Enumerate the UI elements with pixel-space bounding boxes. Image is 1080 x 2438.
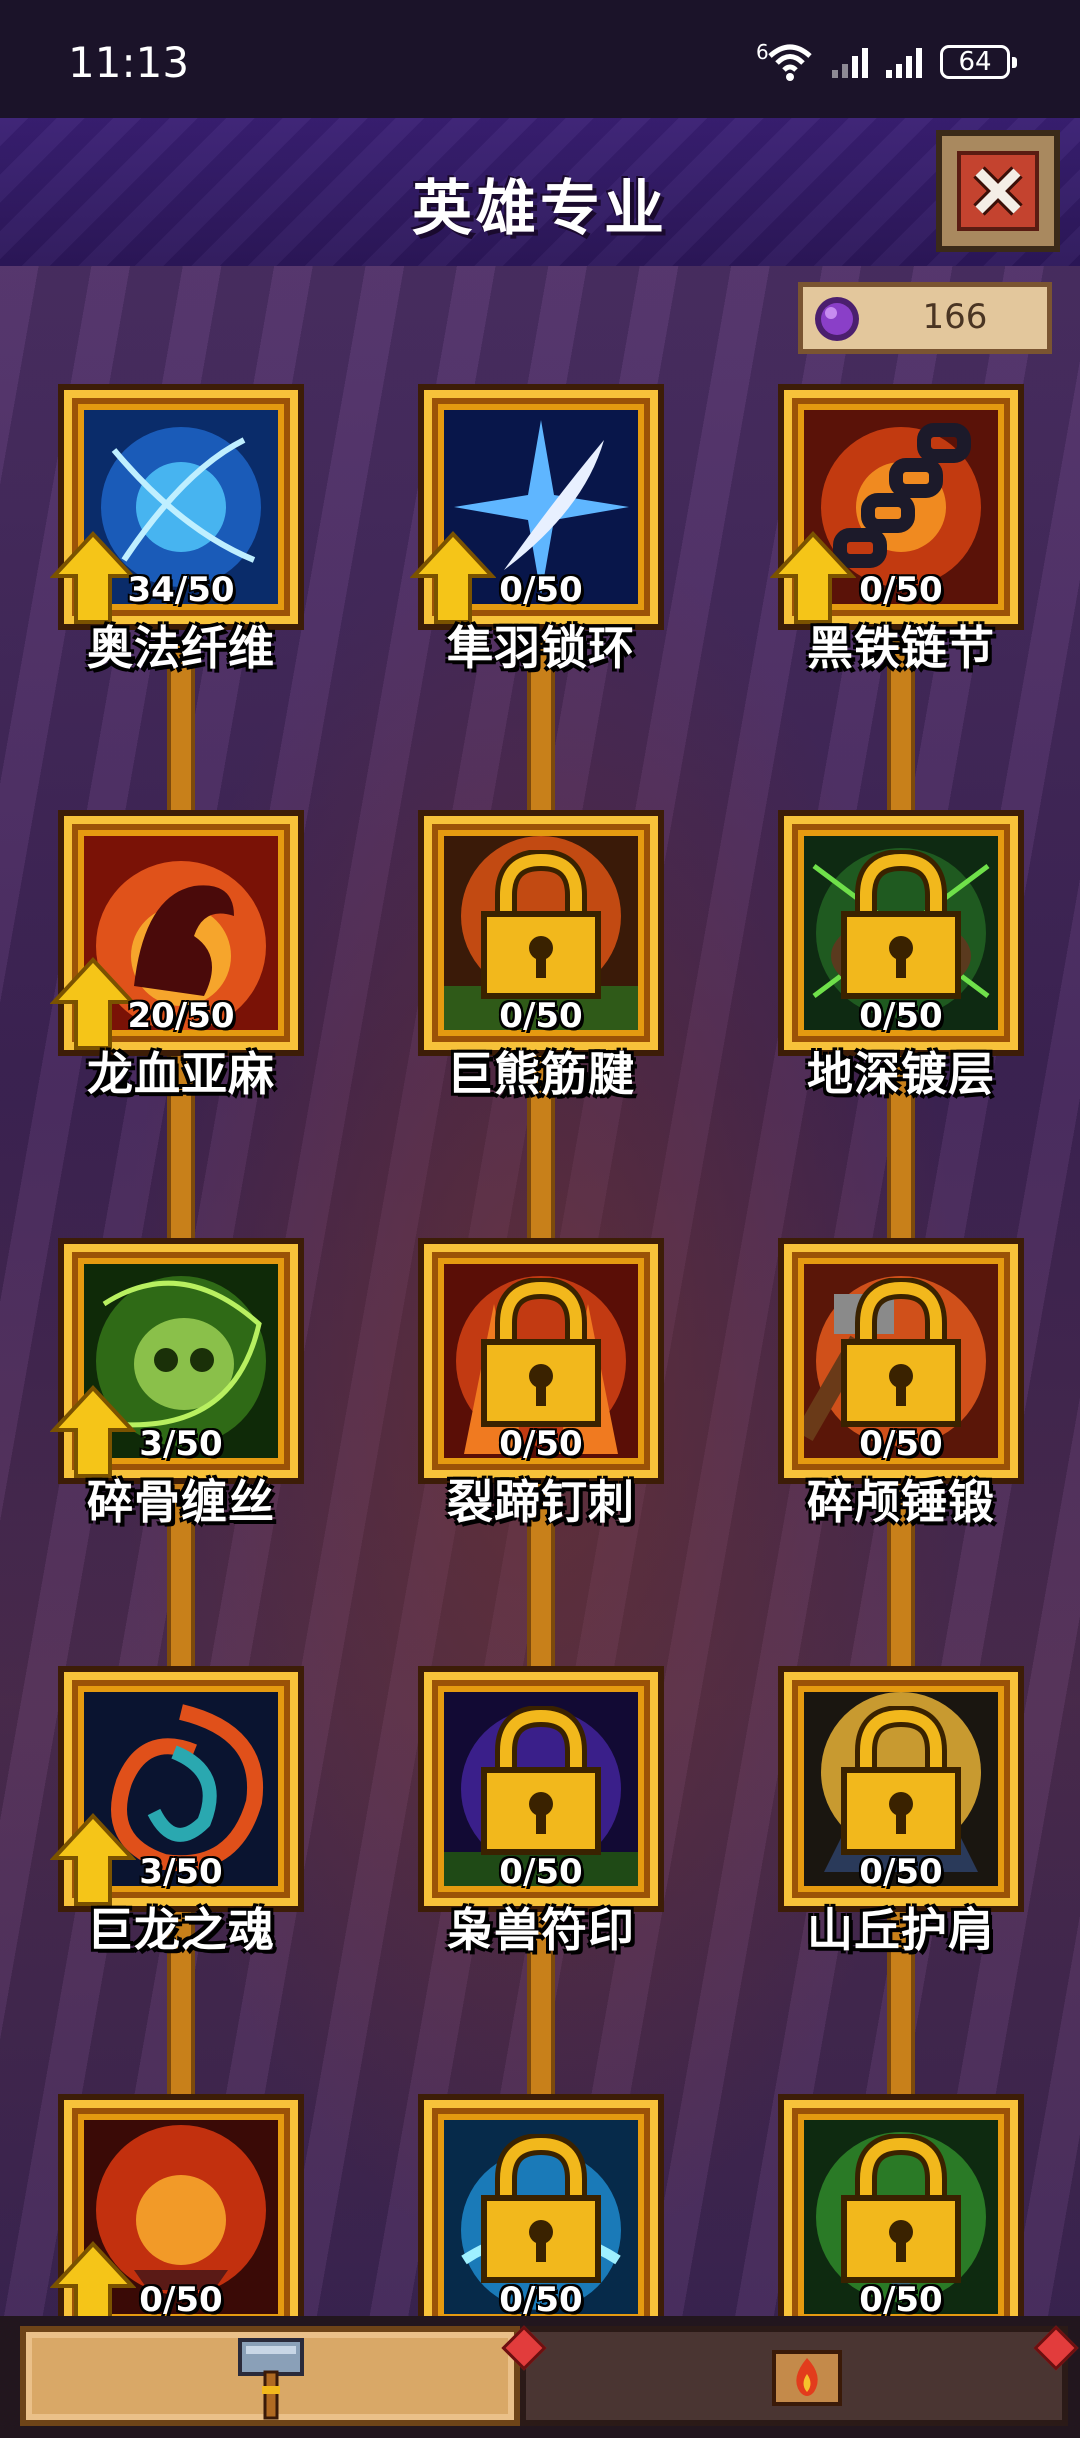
skill-progress: 20/50 [127, 996, 235, 1036]
skill-card-water-swirl[interactable]: 0/50 [418, 2094, 664, 2340]
skill-progress: 0/50 [859, 996, 943, 1036]
skill-name: 山丘护肩 [807, 1903, 995, 1957]
skill-card-deep-earth[interactable]: 0/50 [778, 810, 1024, 1056]
skill-card-black-iron-chain[interactable]: 0/50 [770, 384, 1024, 630]
skill-progress: 3/50 [139, 1424, 223, 1464]
skill-card-green-gem[interactable]: 0/50 [778, 2094, 1024, 2340]
currency-value: 166 [922, 297, 988, 337]
skill-name: 巨熊筋腱 [447, 1047, 635, 1101]
hammer-icon [238, 2338, 304, 2420]
page-title: 英雄专业 [412, 174, 668, 244]
close-x-icon [957, 151, 1039, 231]
lock-icon [841, 2134, 961, 2283]
skill-name: 枭兽符印 [447, 1903, 635, 1957]
skill-progress: 0/50 [139, 2280, 223, 2320]
battery-icon: 64 [940, 45, 1017, 79]
skill-name: 裂蹄钉刺 [447, 1475, 635, 1529]
signal-icon-2 [886, 46, 922, 78]
bottom-tab-bar [0, 2316, 1080, 2438]
lock-icon [841, 1278, 961, 1427]
status-bar: 11:13 6 64 [0, 0, 1080, 120]
wifi-icon: 6 [756, 40, 814, 82]
lock-icon [841, 850, 961, 999]
skill-name: 黑铁链节 [807, 621, 995, 675]
skill-name: 地深镀层 [807, 1047, 995, 1101]
signal-icon-1 [832, 46, 868, 78]
fire-scroll-icon [772, 2350, 842, 2406]
tab-fire-scroll[interactable] [520, 2326, 1068, 2426]
battery-level: 64 [958, 47, 992, 77]
skill-name: 奥法纤维 [87, 621, 275, 675]
skill-card-bone-thread[interactable]: 3/50 [50, 1238, 304, 1484]
skill-name: 巨龙之魂 [87, 1903, 275, 1957]
skill-progress: 0/50 [859, 2280, 943, 2320]
skill-card-anvil-fire[interactable]: 0/50 [50, 2094, 304, 2340]
skill-card-owlbeast-sigil[interactable]: 0/50 [418, 1666, 664, 1912]
skill-progress: 0/50 [499, 996, 583, 1036]
purple-crystal-icon [815, 297, 859, 341]
skill-progress: 0/50 [499, 570, 583, 610]
lock-icon [481, 850, 601, 999]
skill-progress: 0/50 [859, 1424, 943, 1464]
skill-progress: 0/50 [859, 1852, 943, 1892]
tab-hammer[interactable] [20, 2326, 520, 2426]
skill-name: 龙血亚麻 [87, 1047, 275, 1101]
currency-counter: 166 [798, 282, 1052, 354]
skill-progress: 0/50 [859, 570, 943, 610]
skill-progress: 0/50 [499, 2280, 583, 2320]
skill-card-falcon-feather[interactable]: 0/50 [410, 384, 664, 630]
skill-card-dragon-blood[interactable]: 20/50 [50, 810, 304, 1056]
wifi-badge: 6 [756, 40, 769, 64]
skill-progress: 0/50 [499, 1852, 583, 1892]
close-button[interactable] [936, 130, 1060, 252]
lock-icon [841, 1706, 961, 1855]
skill-progress: 34/50 [127, 570, 235, 610]
skill-card-hill-pauldron[interactable]: 0/50 [778, 1666, 1024, 1912]
skill-progress: 3/50 [139, 1852, 223, 1892]
skill-card-dragon-soul[interactable]: 3/50 [50, 1666, 304, 1912]
skill-name: 隼羽锁环 [447, 621, 635, 675]
clock: 11:13 [68, 38, 190, 87]
lock-icon [481, 1706, 601, 1855]
skill-card-bear-tendon[interactable]: 0/50 [418, 810, 664, 1056]
skill-card-hoof-spike[interactable]: 0/50 [418, 1238, 664, 1484]
skill-card-skull-hammer[interactable]: 0/50 [778, 1238, 1024, 1484]
skill-progress: 0/50 [499, 1424, 583, 1464]
lock-icon [481, 1278, 601, 1427]
skill-name: 碎颅锤锻 [807, 1475, 995, 1529]
skill-name: 碎骨缠丝 [87, 1475, 275, 1529]
header-bar: 英雄专业 [0, 118, 1080, 270]
system-icons: 6 64 [756, 40, 1017, 82]
lock-icon [481, 2134, 601, 2283]
skill-card-arcane-fiber[interactable]: 34/50 [50, 384, 304, 630]
